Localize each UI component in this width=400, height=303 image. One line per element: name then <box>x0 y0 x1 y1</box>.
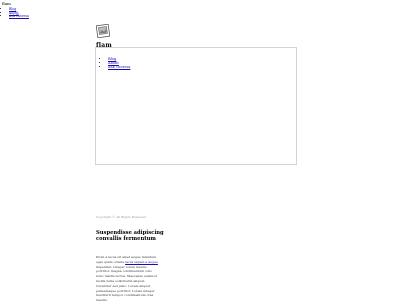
top-nav-item-ask-theresa: Ask Theresa <box>9 14 29 19</box>
article-title: Suspendisse adipiscing convallis ferment… <box>96 230 164 242</box>
panel-nav-link-ask-theresa[interactable]: Ask Theresa <box>108 65 130 69</box>
top-nav: Blog About Ask Theresa <box>2 7 29 19</box>
article-body: Proin a lacus sit amet augue interdum eg… <box>96 255 158 303</box>
copyright-text: Copyright © All Rights Reserved <box>96 215 147 219</box>
site-title: flam <box>2 1 11 6</box>
panel-nav-item-ask-theresa: Ask Theresa <box>108 65 130 69</box>
article-inline-link[interactable]: lacus sapien a augue <box>125 260 158 264</box>
top-nav-link-ask-theresa[interactable]: Ask Theresa <box>9 14 29 18</box>
picture-frame-icon[interactable] <box>96 24 110 38</box>
article-body-text-end: imperdiet. Integer lorem mauris porttito… <box>96 264 158 303</box>
panel-nav: Blog About Ask Theresa <box>102 57 130 69</box>
